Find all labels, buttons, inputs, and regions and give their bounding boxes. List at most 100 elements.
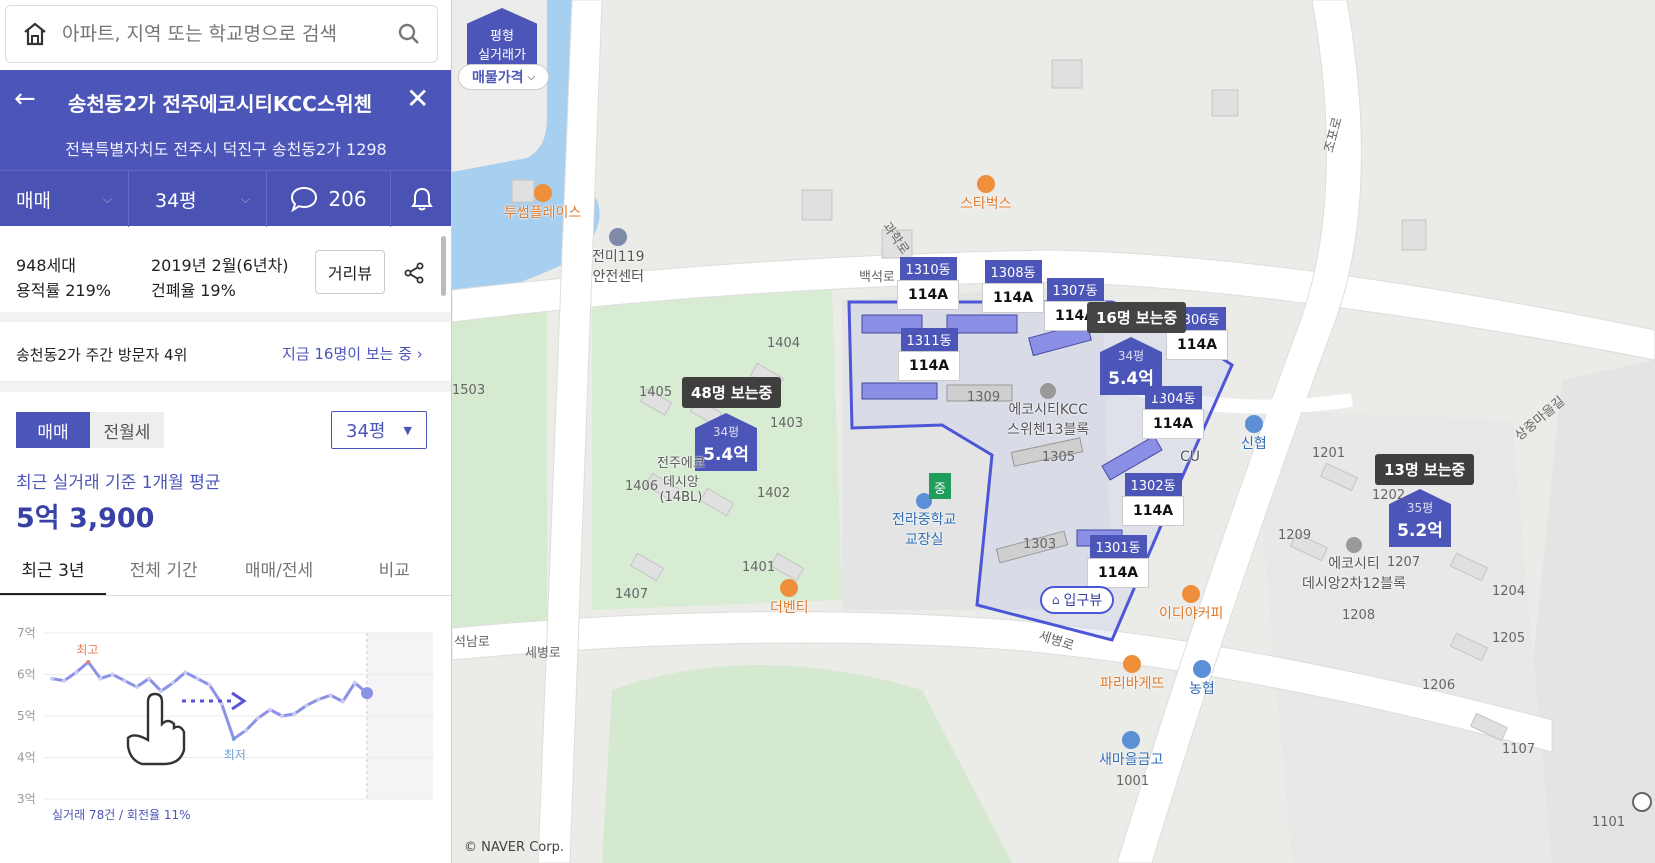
- poi-shinhyup[interactable]: 신협: [1241, 415, 1267, 453]
- building-label-1311[interactable]: 1311동 114A: [898, 328, 961, 381]
- map-copyright: © NAVER Corp.: [464, 840, 564, 855]
- segment-trade[interactable]: 매매: [16, 412, 90, 448]
- data-point: [122, 678, 127, 683]
- size-select-label: 34평: [346, 421, 386, 442]
- size-select[interactable]: 34평 ▼: [331, 411, 427, 449]
- building-label-1308-type: 114A: [982, 283, 1045, 313]
- building-1311[interactable]: [861, 382, 938, 400]
- street-view-button[interactable]: 거리뷰: [315, 250, 385, 294]
- share-icon[interactable]: [403, 262, 425, 284]
- apartment-icon: [1040, 383, 1057, 399]
- visitor-rank: 송천동2가 주간 방문자 4위: [16, 346, 188, 364]
- building-label-1302[interactable]: 1302동 114A: [1122, 473, 1185, 526]
- dong-number: 1405: [639, 385, 673, 400]
- price-filter-label: 매물가격: [471, 70, 524, 86]
- data-point: [159, 689, 164, 694]
- bank-icon: [1122, 731, 1141, 749]
- cafe-icon: [1182, 585, 1201, 603]
- back-arrow-icon[interactable]: ←: [14, 84, 36, 114]
- viewer-bubble-2[interactable]: 16명 보는중: [1087, 302, 1187, 333]
- data-point: [171, 680, 176, 685]
- poi-starbucks[interactable]: 스타벅스: [960, 175, 1012, 213]
- dong-number: 1207: [1387, 555, 1421, 570]
- building-label-1302-type: 114A: [1122, 496, 1185, 526]
- building-label-1308[interactable]: 1308동 114A: [982, 260, 1045, 313]
- building-label-1307-name: 1307동: [1046, 278, 1104, 301]
- bank-icon: [1192, 660, 1211, 678]
- data-point: [255, 716, 260, 721]
- alarm-button[interactable]: [391, 171, 451, 227]
- search-bar[interactable]: [5, 5, 438, 63]
- data-point: [50, 676, 54, 681]
- compass-icon[interactable]: [1632, 792, 1652, 812]
- entrance-view-button[interactable]: ⌂ 입구뷰: [1040, 586, 1114, 614]
- viewer-bubble-3[interactable]: 13명 보는중: [1375, 454, 1475, 485]
- poi-kcc13-label: 에코시티KCC 스위첸13블록: [1007, 402, 1090, 438]
- home-logo-icon[interactable]: [22, 21, 48, 47]
- data-point: [352, 680, 357, 685]
- divider: [0, 382, 451, 392]
- tab-trade-lease[interactable]: 매매/전세: [221, 548, 336, 595]
- cafe-icon: [533, 184, 552, 202]
- poi-cu[interactable]: CU: [1180, 449, 1200, 465]
- poi-theventi[interactable]: 더벤티: [770, 579, 809, 617]
- building-label-1304-type: 114A: [1142, 409, 1205, 439]
- dong-number: 1201: [1312, 446, 1346, 461]
- building-label-1310-name: 1310동: [899, 257, 957, 280]
- segment-lease[interactable]: 전월세: [90, 412, 164, 448]
- current-point: [361, 687, 373, 700]
- trade-type-dropdown[interactable]: 매매 ⌵: [0, 171, 129, 227]
- building-label-1301-type: 114A: [1087, 558, 1150, 588]
- chevron-down-icon: ⌵: [102, 191, 112, 206]
- tab-compare[interactable]: 비교: [337, 548, 451, 595]
- data-point: [280, 714, 285, 718]
- trade-type-label: 매매: [16, 189, 51, 212]
- poi-fire-station-label: 전미119 안전센터: [592, 249, 645, 285]
- poi-kcc13[interactable]: 에코시티KCC 스위첸13블록: [1007, 383, 1089, 439]
- dong-number: 1401: [742, 560, 776, 575]
- floor-area-ratio: 용적률 219%: [16, 281, 111, 300]
- poi-twosome[interactable]: 투썸플레이스: [504, 184, 581, 222]
- data-point: [110, 672, 115, 677]
- poi-ediya[interactable]: 이디야커피: [1159, 585, 1223, 623]
- fire-station-icon: [609, 228, 628, 246]
- poi-fire-station[interactable]: 전미119 안전센터: [592, 228, 644, 286]
- tab-recent-3y[interactable]: 최근 3년: [0, 548, 106, 595]
- viewer-bubble-1[interactable]: 48명 보는중: [682, 377, 782, 408]
- close-icon[interactable]: ✕: [406, 82, 429, 115]
- building-label-1310[interactable]: 1310동 114A: [897, 257, 960, 310]
- comments-button[interactable]: 206: [267, 171, 391, 227]
- poi-school[interactable]: 전라중학교 교장실: [892, 493, 956, 549]
- poi-saemaeul[interactable]: 새마을금고: [1099, 731, 1163, 769]
- poi-shinhyup-label: 신협: [1241, 436, 1267, 452]
- data-point: [207, 682, 212, 687]
- poi-cu-label: CU: [1180, 449, 1201, 465]
- search-input[interactable]: [62, 23, 397, 45]
- poi-desian14[interactable]: 전주에코 데시앙 (14BL): [657, 452, 705, 505]
- now-viewing-link[interactable]: 지금 16명이 보는 중 ›: [282, 343, 423, 364]
- poi-nonghyup[interactable]: 농협: [1189, 660, 1215, 698]
- poi-paris[interactable]: 파리바게뜨: [1100, 655, 1164, 693]
- chart-footer: 실거래 78건 / 회전율 11%: [52, 808, 191, 822]
- complex-info: 948세대 용적률 219% 2019년 2월(6년차) 건폐율 19% 거리뷰: [0, 226, 451, 322]
- max-label: 최고: [76, 643, 98, 657]
- data-point: [328, 693, 333, 698]
- price-chart[interactable]: 7억 6억 5억 4억 3억 최고 최저 실거래 78건 / 회전율 11%: [0, 600, 452, 863]
- apartment-icon: [1346, 537, 1362, 553]
- data-point: [316, 697, 321, 702]
- dong-number: 1402: [757, 486, 791, 501]
- price-filter-button[interactable]: 매물가격 ⌵: [458, 64, 549, 90]
- map-view[interactable]: 평형 실거래가 매물가격 ⌵ 1310동 114A 1308동 114A 1307동 1…: [452, 0, 1655, 863]
- complex-header: ← 송천동2가 전주에코시티KCC스위첸 ✕ 전북특별자치도 전주시 덕진구 송…: [0, 70, 451, 170]
- price-caption: 최근 실거래 기준 1개월 평균: [16, 473, 221, 493]
- building-label-1308-name: 1308동: [984, 260, 1042, 283]
- data-point: [231, 736, 236, 741]
- scrollbar-thumb[interactable]: [441, 236, 446, 296]
- search-icon[interactable]: [397, 22, 421, 46]
- chevron-right-icon: ›: [416, 345, 423, 363]
- bakery-icon: [1123, 655, 1142, 673]
- data-point: [183, 670, 188, 675]
- tab-all-period[interactable]: 전체 기간: [106, 548, 221, 595]
- building-label-1301[interactable]: 1301동 114A: [1087, 535, 1150, 588]
- size-dropdown[interactable]: 34평 ⌵: [129, 171, 267, 227]
